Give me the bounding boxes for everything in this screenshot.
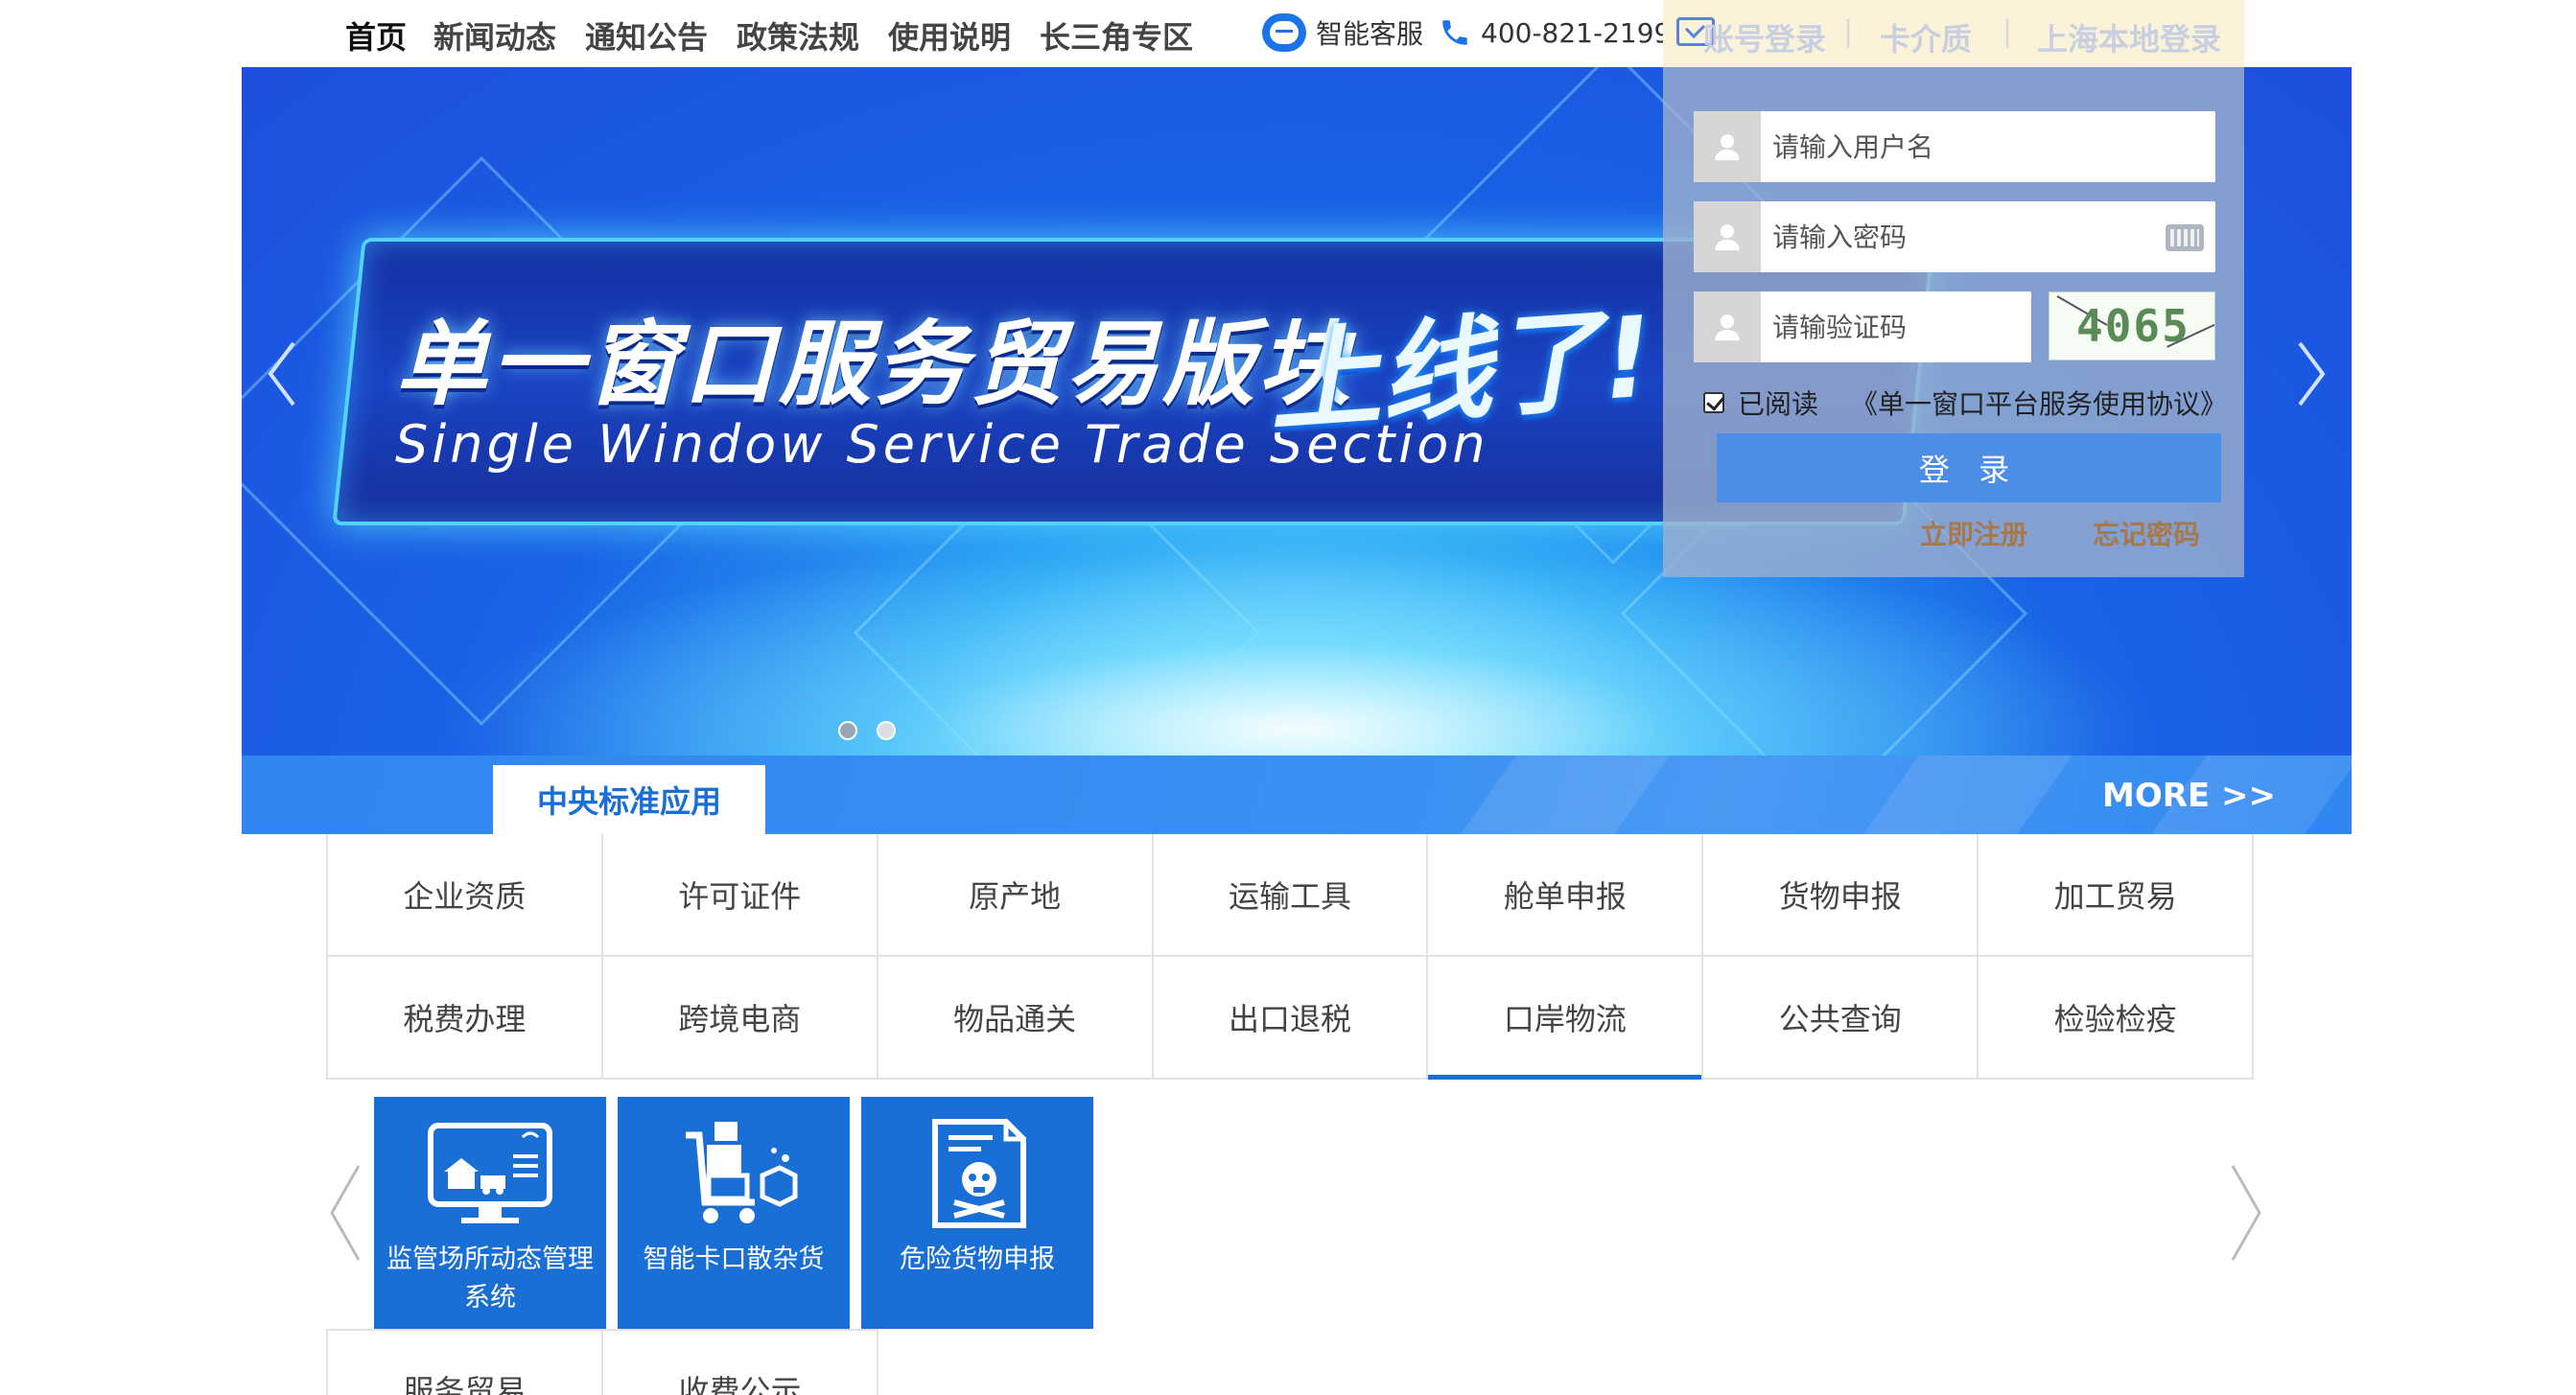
phone-icon xyxy=(1442,20,1467,45)
agree-checkbox[interactable] xyxy=(1703,392,1724,413)
hazard-document-icon xyxy=(932,1119,1026,1228)
nav-yangtze-delta[interactable]: 长三角专区 xyxy=(1040,13,1193,58)
more-link[interactable]: MORE >> xyxy=(2102,777,2276,815)
category-transport[interactable]: 运输工具 xyxy=(1153,834,1429,955)
apps-next-button[interactable] xyxy=(2227,1160,2265,1266)
tab-account-login[interactable]: 账号登录 xyxy=(1703,15,1826,59)
chevron-right-icon xyxy=(2231,1165,2261,1261)
nav-home[interactable]: 首页 xyxy=(345,13,407,58)
app-smart-gate-bulk-cargo[interactable]: 智能卡口散杂货 xyxy=(618,1097,850,1329)
bottom-category-row: 服务贸易 收费公示 xyxy=(326,1329,878,1395)
tab-divider: | xyxy=(1843,15,1854,49)
login-panel: 4065 已阅读 《单一窗口平台服务使用协议》 登 录 立即注册 忘记密码 xyxy=(1663,67,2244,577)
chevron-right-icon xyxy=(2298,341,2326,407)
tab-card-login[interactable]: 卡介质 xyxy=(1880,15,1972,59)
category-public-query[interactable]: 公共查询 xyxy=(1703,957,1979,1078)
captcha-code: 4065 xyxy=(2076,300,2190,352)
password-field xyxy=(1694,201,2215,272)
password-input[interactable] xyxy=(1761,208,2135,266)
carousel-dot-1[interactable] xyxy=(838,721,857,740)
username-input[interactable] xyxy=(1761,118,2202,175)
category-fee-publicity[interactable]: 收费公示 xyxy=(603,1331,878,1395)
category-processing-trade[interactable]: 加工贸易 xyxy=(1979,834,2255,955)
category-enterprise-qualification[interactable]: 企业资质 xyxy=(328,834,603,955)
apps-prev-button[interactable] xyxy=(326,1160,364,1266)
category-grid: 企业资质 许可证件 原产地 运输工具 舱单申报 货物申报 加工贸易 税费办理 跨… xyxy=(326,834,2255,1080)
forgot-password-link[interactable]: 忘记密码 xyxy=(2093,514,2200,552)
category-cross-border-ecommerce[interactable]: 跨境电商 xyxy=(602,957,878,1078)
captcha-field xyxy=(1694,291,2031,362)
captcha-input[interactable] xyxy=(1761,298,2020,356)
tab-local-login[interactable]: 上海本地登录 xyxy=(2037,15,2221,59)
category-origin[interactable]: 原产地 xyxy=(878,834,1154,955)
category-tax[interactable]: 税费办理 xyxy=(328,957,603,1078)
banner-next-button[interactable] xyxy=(2292,336,2330,412)
keyboard-icon[interactable] xyxy=(2166,224,2204,251)
nav-notices[interactable]: 通知公告 xyxy=(585,13,708,58)
chevron-left-icon xyxy=(268,341,295,407)
user-icon xyxy=(1694,291,1761,362)
agreement-link[interactable]: 《单一窗口平台服务使用协议》 xyxy=(1851,384,2227,422)
category-port-logistics[interactable]: 口岸物流 xyxy=(1428,957,1704,1080)
category-licenses[interactable]: 许可证件 xyxy=(602,834,878,955)
category-manifest[interactable]: 舱单申报 xyxy=(1428,834,1704,955)
user-icon xyxy=(1694,201,1761,272)
category-inspection-quarantine[interactable]: 检验检疫 xyxy=(1979,957,2255,1078)
hotline-number: 400-821-2199 xyxy=(1481,16,1672,49)
app-label: 智能卡口散杂货 xyxy=(643,1244,825,1274)
captcha-image[interactable]: 4065 xyxy=(2049,291,2215,360)
bar-decor xyxy=(1461,756,1670,834)
banner-slogan: 上线了! xyxy=(1264,292,1657,449)
nav-policies[interactable]: 政策法规 xyxy=(737,13,859,58)
banner-title: 单一窗口服务贸易版块 xyxy=(395,311,1354,418)
nav-guide[interactable]: 使用说明 xyxy=(888,13,1011,58)
agreement-row: 已阅读 《单一窗口平台服务使用协议》 xyxy=(1703,384,2227,422)
banner-prev-button[interactable] xyxy=(263,336,301,412)
app-label: 危险货物申报 xyxy=(900,1244,1055,1274)
carousel-dot-2[interactable] xyxy=(877,721,896,740)
nav-news[interactable]: 新闻动态 xyxy=(433,13,556,58)
category-export-rebate[interactable]: 出口退税 xyxy=(1153,957,1429,1078)
hotline: 400-821-2199 xyxy=(1439,12,1671,54)
app-label: 监管场所动态管理系统 xyxy=(386,1244,594,1313)
category-article-clearance[interactable]: 物品通关 xyxy=(878,957,1154,1078)
chevron-left-icon xyxy=(330,1165,361,1261)
cargo-trolley-icon xyxy=(686,1122,798,1223)
category-goods-declaration[interactable]: 货物申报 xyxy=(1703,834,1979,955)
app-site-dynamic-management[interactable]: 监管场所动态管理系统 xyxy=(374,1097,606,1329)
smart-service-link[interactable]: 智能客服 xyxy=(1262,12,1423,54)
chat-bot-icon xyxy=(1262,13,1306,52)
bar-decor xyxy=(1863,756,2073,834)
user-icon xyxy=(1694,111,1761,182)
tab-divider: | xyxy=(2002,15,2013,49)
agree-label: 已阅读 xyxy=(1738,388,1819,420)
register-link[interactable]: 立即注册 xyxy=(1920,514,2027,552)
smart-service-label: 智能客服 xyxy=(1316,18,1424,50)
category-row: 税费办理 跨境电商 物品通关 出口退税 口岸物流 公共查询 检验检疫 xyxy=(328,957,2255,1080)
app-dangerous-goods-declaration[interactable]: 危险货物申报 xyxy=(861,1097,1093,1329)
category-service-trade[interactable]: 服务贸易 xyxy=(328,1331,603,1395)
monitor-warehouse-icon xyxy=(428,1123,552,1223)
category-row: 企业资质 许可证件 原产地 运输工具 舱单申报 货物申报 加工贸易 xyxy=(328,834,2255,957)
login-button[interactable]: 登 录 xyxy=(1717,433,2221,502)
tab-central-standard-apps[interactable]: 中央标准应用 xyxy=(493,765,765,834)
username-field xyxy=(1694,111,2215,182)
